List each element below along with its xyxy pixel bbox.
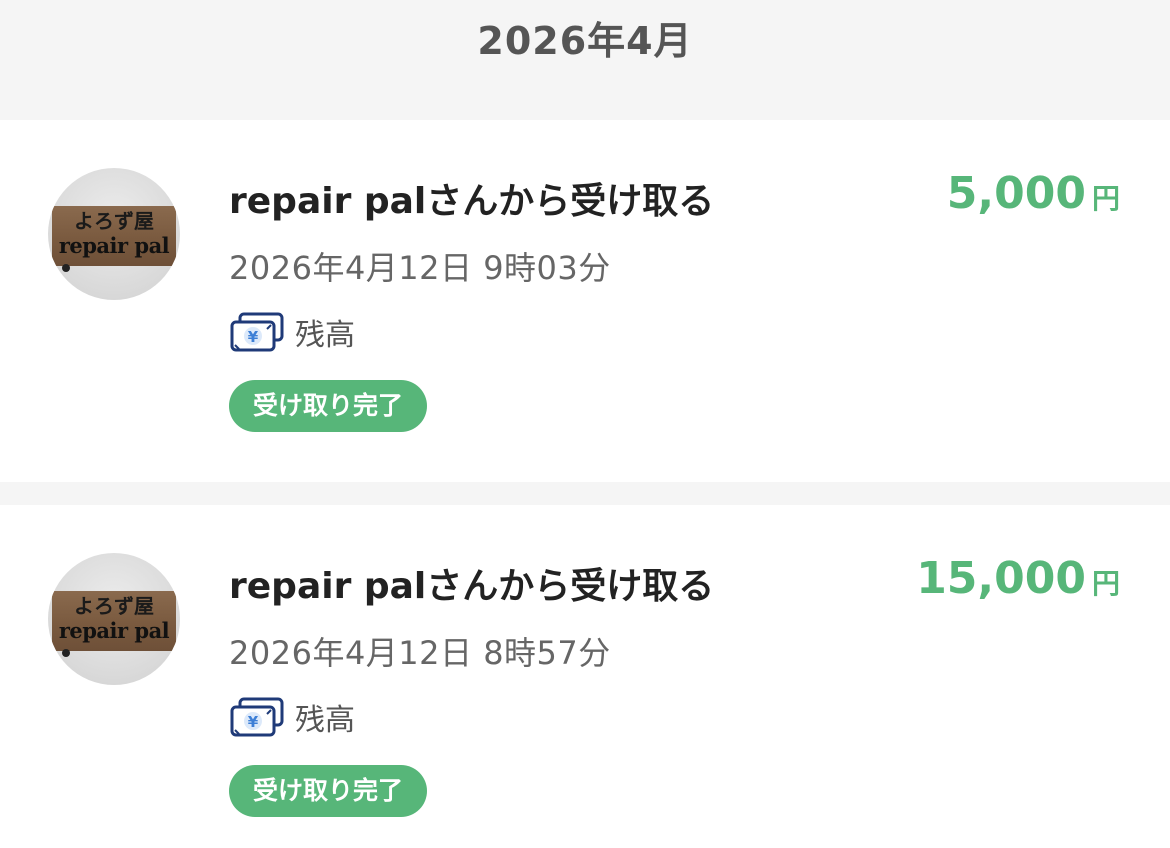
transaction-title: repair palさんから受け取る [229, 181, 715, 222]
transaction-amount: 15,000 円 [916, 553, 1120, 604]
avatar-sign-top: よろず屋 [74, 594, 154, 618]
yen-bill-icon: ¥ [229, 695, 285, 739]
avatar-dot [62, 264, 70, 272]
month-title: 2026年4月 [477, 19, 693, 63]
avatar-sign-bottom: repair pal [58, 618, 170, 643]
transaction-title: repair palさんから受け取る [229, 566, 715, 607]
yen-bill-icon: ¥ [229, 310, 285, 354]
payment-method: ¥ 残高 [229, 310, 355, 354]
status-badge: 受け取り完了 [229, 765, 428, 817]
amount-currency: 円 [1091, 182, 1120, 215]
transaction-datetime: 2026年4月12日 8時57分 [229, 634, 611, 672]
avatar: よろず屋 repair pal [48, 553, 180, 685]
avatar-sign-bottom: repair pal [58, 233, 170, 258]
svg-text:¥: ¥ [248, 713, 259, 731]
payment-method-label: 残高 [295, 703, 355, 738]
avatar-sign-top: よろず屋 [74, 209, 154, 233]
amount-value: 5,000 [946, 168, 1086, 219]
amount-value: 15,000 [916, 553, 1086, 604]
status-badge: 受け取り完了 [229, 380, 428, 432]
avatar-sign-board: よろず屋 repair pal [52, 591, 176, 651]
amount-currency: 円 [1091, 567, 1120, 600]
transaction-datetime: 2026年4月12日 9時03分 [229, 249, 611, 287]
transaction-row[interactable]: よろず屋 repair pal repair palさんから受け取る 15,00… [0, 505, 1170, 848]
transaction-row[interactable]: よろず屋 repair pal repair palさんから受け取る 5,000… [0, 120, 1170, 482]
payment-method: ¥ 残高 [229, 695, 355, 739]
transaction-amount: 5,000 円 [947, 168, 1120, 219]
avatar-dot [62, 649, 70, 657]
month-section-header: 2026年4月 [0, 0, 1170, 120]
payment-method-label: 残高 [295, 318, 355, 353]
avatar: よろず屋 repair pal [48, 168, 180, 300]
svg-text:¥: ¥ [248, 328, 259, 346]
avatar-sign-board: よろず屋 repair pal [52, 206, 176, 266]
